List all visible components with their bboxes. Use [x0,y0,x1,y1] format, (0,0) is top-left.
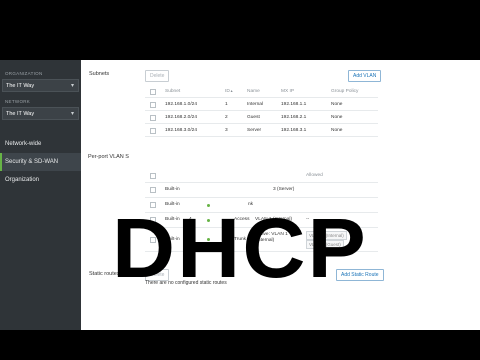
cell-port-type: Built-in [165,187,180,192]
org-section-label: ORGANIZATION [5,71,43,76]
cell-name: Guest [247,115,260,120]
cell-subnet: 192.168.3.0/24 [165,128,198,133]
header-id[interactable]: ID▲ [225,89,233,94]
cell-mx-ip: 192.168.1.1 [281,102,307,107]
add-vlan-button[interactable]: Add VLAN [348,70,382,82]
cell-id: 1 [225,102,228,107]
table-row[interactable]: 192.168.3.0/24 3 Server 192.168.3.1 None [145,125,378,137]
table-row[interactable]: 192.168.1.0/24 1 Internal 192.168.1.1 No… [145,99,378,111]
row-checkbox[interactable] [150,187,156,193]
select-all-checkbox[interactable] [150,173,156,179]
row-checkbox[interactable] [150,128,156,134]
cell-subnet: 192.168.1.0/24 [165,102,198,107]
cell-id: 3 [225,128,228,133]
cell-id: 2 [225,115,228,120]
per-port-vlan-title: Per-port VLAN S [88,154,129,160]
dhcp-overlay-title: DHCP [112,201,368,295]
sidebar-item-label: Network-wide [5,141,42,147]
row-checkbox[interactable] [150,115,156,121]
header-allowed[interactable]: Allowed [306,173,323,178]
sidebar-item-security-sd-wan[interactable]: Security & SD-WAN [0,153,81,171]
cell-name: Server [247,128,262,133]
row-checkbox[interactable] [150,102,156,108]
chevron-down-icon: ▾ [70,83,74,89]
network-section-label: NETWORK [5,99,31,104]
network-select-value: The IT Way [6,111,35,117]
header-group-policy[interactable]: Group Policy [331,89,358,94]
table-header-row: Allowed [145,170,378,183]
cell-name: Internal [247,102,263,107]
cell-group-policy: None [331,128,343,133]
subnets-table: Subnet ID▲ Name MX IP Group Policy 192.1… [145,86,378,138]
cell-mx-ip: 192.168.3.1 [281,128,307,133]
table-header-row: Subnet ID▲ Name MX IP Group Policy [145,86,378,98]
screen-frame: ORGANIZATION The IT Way ▾ NETWORK The IT… [0,60,480,330]
cell-group-policy: None [331,102,343,107]
sort-ascending-icon: ▲ [229,89,234,93]
organization-select-value: The IT Way [6,83,35,89]
organization-select[interactable]: The IT Way ▾ [2,79,79,92]
header-name[interactable]: Name [247,89,260,94]
subnets-delete-button[interactable]: Delete [145,70,170,82]
chevron-down-icon: ▾ [70,111,74,117]
table-row[interactable]: Built-in 3 (Server) [145,184,378,198]
table-row[interactable]: 192.168.2.0/24 2 Guest 192.168.2.1 None [145,112,378,124]
sidebar-item-label: Security & SD-WAN [5,159,59,165]
sidebar: ORGANIZATION The IT Way ▾ NETWORK The IT… [0,60,81,330]
sidebar-item-organization[interactable]: Organization [0,171,81,189]
select-all-checkbox[interactable] [150,89,156,95]
sidebar-item-label: Organization [5,177,40,183]
cell-vlan: 3 (Server) [273,187,295,192]
sidebar-item-network-wide[interactable]: Network-wide [0,135,81,153]
header-mx-ip[interactable]: MX IP [281,89,294,94]
cell-group-policy: None [331,115,343,120]
cell-mx-ip: 192.168.2.1 [281,115,307,120]
cell-subnet: 192.168.2.0/24 [165,115,198,120]
header-subnet[interactable]: Subnet [165,89,180,94]
network-select[interactable]: The IT Way ▾ [2,107,79,120]
subnets-title: Subnets [89,71,110,77]
